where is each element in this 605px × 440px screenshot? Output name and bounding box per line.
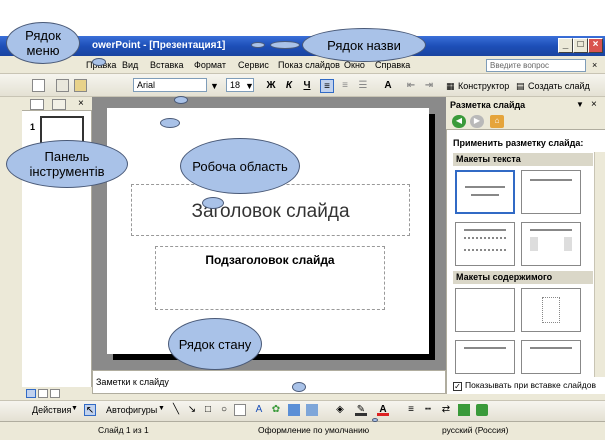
layout-blank[interactable]: [455, 288, 515, 332]
callout-menu-tail: [92, 58, 106, 66]
callout-title-row: Рядок назви: [302, 28, 426, 62]
layout-content[interactable]: [521, 288, 581, 332]
dash-style-icon[interactable]: ┅: [422, 404, 434, 416]
tab-outline[interactable]: [30, 99, 44, 110]
show-on-insert-checkbox[interactable]: ✓: [453, 382, 462, 391]
task-pane-scrollbar[interactable]: [594, 152, 605, 377]
callout-status-tail-2: [372, 418, 378, 422]
window-title: owerPoint - [Презентация1]: [92, 40, 226, 51]
font-grow-icon[interactable]: A: [381, 79, 395, 93]
callout-work-tail: [202, 197, 224, 209]
layout-two-columns[interactable]: [521, 222, 581, 266]
italic-button[interactable]: К: [282, 79, 296, 93]
new-file-icon[interactable]: [32, 79, 45, 92]
textbox-icon[interactable]: [234, 404, 246, 416]
font-dropdown-icon[interactable]: ▼: [210, 81, 219, 91]
3d-icon[interactable]: [476, 404, 488, 416]
line-icon[interactable]: ╲: [170, 404, 182, 416]
text-layouts-header: Макеты текста: [453, 153, 593, 166]
callout-toolbar-tail-2: [174, 96, 188, 104]
title-placeholder-text: Заголовок слайда: [191, 201, 350, 222]
outline-close-icon[interactable]: ×: [78, 98, 84, 109]
menu-help[interactable]: Справка: [375, 60, 410, 70]
show-on-insert-label: Показывать при вставке слайдов: [465, 380, 596, 390]
status-design: Оформление по умолчанию: [258, 425, 370, 435]
line-style-icon[interactable]: ≡: [405, 404, 417, 416]
numbering-icon[interactable]: ☰: [356, 79, 370, 93]
indent-left-icon[interactable]: ⇤: [404, 79, 418, 93]
menu-format[interactable]: Формат: [194, 60, 226, 70]
tab-slides[interactable]: [52, 99, 66, 110]
task-pane-dropdown-icon[interactable]: ▼: [576, 100, 584, 109]
actions-menu[interactable]: Действия: [32, 405, 71, 415]
callout-status-tail-1: [292, 382, 306, 392]
content-layouts-header: Макеты содержимого: [453, 271, 593, 284]
layout-title-only[interactable]: [521, 170, 581, 214]
callout-work-area: Робоча область: [180, 138, 300, 194]
clipart-icon[interactable]: [288, 404, 300, 416]
size-dropdown-icon[interactable]: ▼: [245, 81, 254, 91]
autoshapes-dropdown-icon[interactable]: ▼: [158, 405, 165, 412]
align-center-icon[interactable]: ≡: [338, 79, 352, 93]
fill-color-icon[interactable]: ◈: [334, 404, 346, 416]
callout-title-tail-2: [251, 42, 265, 48]
layout-title-slide[interactable]: [455, 170, 515, 214]
new-slide-icon[interactable]: ▤: [516, 81, 525, 92]
slide-number: 1: [30, 122, 36, 132]
task-pane-close-icon[interactable]: ×: [591, 99, 597, 110]
menu-close-icon[interactable]: ×: [592, 60, 597, 70]
select-pointer-icon[interactable]: ↖: [84, 404, 96, 416]
font-name-combo[interactable]: Arial: [133, 78, 207, 92]
new-slide-button[interactable]: Создать слайд: [528, 81, 590, 91]
font-color-icon[interactable]: A: [377, 404, 389, 416]
callout-menu-row: Рядок меню: [6, 22, 80, 64]
status-language: русский (Россия): [442, 425, 509, 435]
align-left-icon[interactable]: ≡: [320, 79, 334, 93]
underline-button[interactable]: Ч: [300, 79, 314, 93]
rectangle-icon[interactable]: □: [202, 404, 214, 416]
apply-layout-label: Применить разметку слайда:: [453, 138, 584, 148]
forward-icon[interactable]: ▶: [470, 115, 484, 128]
menu-insert[interactable]: Вставка: [150, 60, 183, 70]
designer-button[interactable]: Конструктор: [458, 81, 509, 91]
menu-slideshow[interactable]: Показ слайдов: [278, 60, 340, 70]
arrow-icon[interactable]: ↘: [186, 404, 198, 416]
paste-icon[interactable]: [74, 79, 87, 92]
sorter-view-icon[interactable]: [38, 389, 48, 398]
bold-button[interactable]: Ж: [264, 79, 278, 93]
help-search-input[interactable]: Введите вопрос: [486, 59, 586, 72]
oval-icon[interactable]: ○: [218, 404, 230, 416]
callout-title-tail-1: [270, 41, 300, 49]
autoshapes-menu[interactable]: Автофигуры: [106, 405, 157, 415]
home-icon[interactable]: ⌂: [490, 115, 504, 128]
actions-dropdown-icon[interactable]: ▼: [71, 405, 78, 412]
back-icon[interactable]: ◀: [452, 115, 466, 128]
layout-title-text[interactable]: [455, 222, 515, 266]
normal-view-icon[interactable]: [26, 389, 36, 398]
line-color-icon[interactable]: ✎: [355, 404, 367, 416]
menu-tools[interactable]: Сервис: [238, 60, 269, 70]
diagram-icon[interactable]: ✿: [270, 404, 282, 416]
arrow-style-icon[interactable]: ⇄: [440, 404, 452, 416]
layout-title-content[interactable]: [455, 340, 515, 374]
minimize-button[interactable]: _: [558, 38, 573, 53]
slideshow-view-icon[interactable]: [50, 389, 60, 398]
shadow-icon[interactable]: [458, 404, 470, 416]
picture-icon[interactable]: [306, 404, 318, 416]
copy-icon[interactable]: [56, 79, 69, 92]
indent-right-icon[interactable]: ⇥: [422, 79, 436, 93]
callout-toolbar-tail-1: [160, 118, 180, 128]
designer-icon[interactable]: ▦: [446, 81, 455, 92]
close-button[interactable]: ×: [588, 38, 603, 53]
status-slide: Слайд 1 из 1: [98, 425, 149, 435]
maximize-button[interactable]: □: [573, 38, 588, 53]
callout-toolbar-panel: Панель інструментів: [6, 140, 128, 188]
callout-status-row: Рядок стану: [168, 318, 262, 370]
wordart-icon[interactable]: A: [253, 404, 265, 416]
notes-pane[interactable]: Заметки к слайду: [92, 370, 446, 394]
layout-four-content[interactable]: [521, 340, 581, 374]
subtitle-placeholder-text: Подзаголовок слайда: [205, 253, 335, 267]
menu-view[interactable]: Вид: [122, 60, 138, 70]
